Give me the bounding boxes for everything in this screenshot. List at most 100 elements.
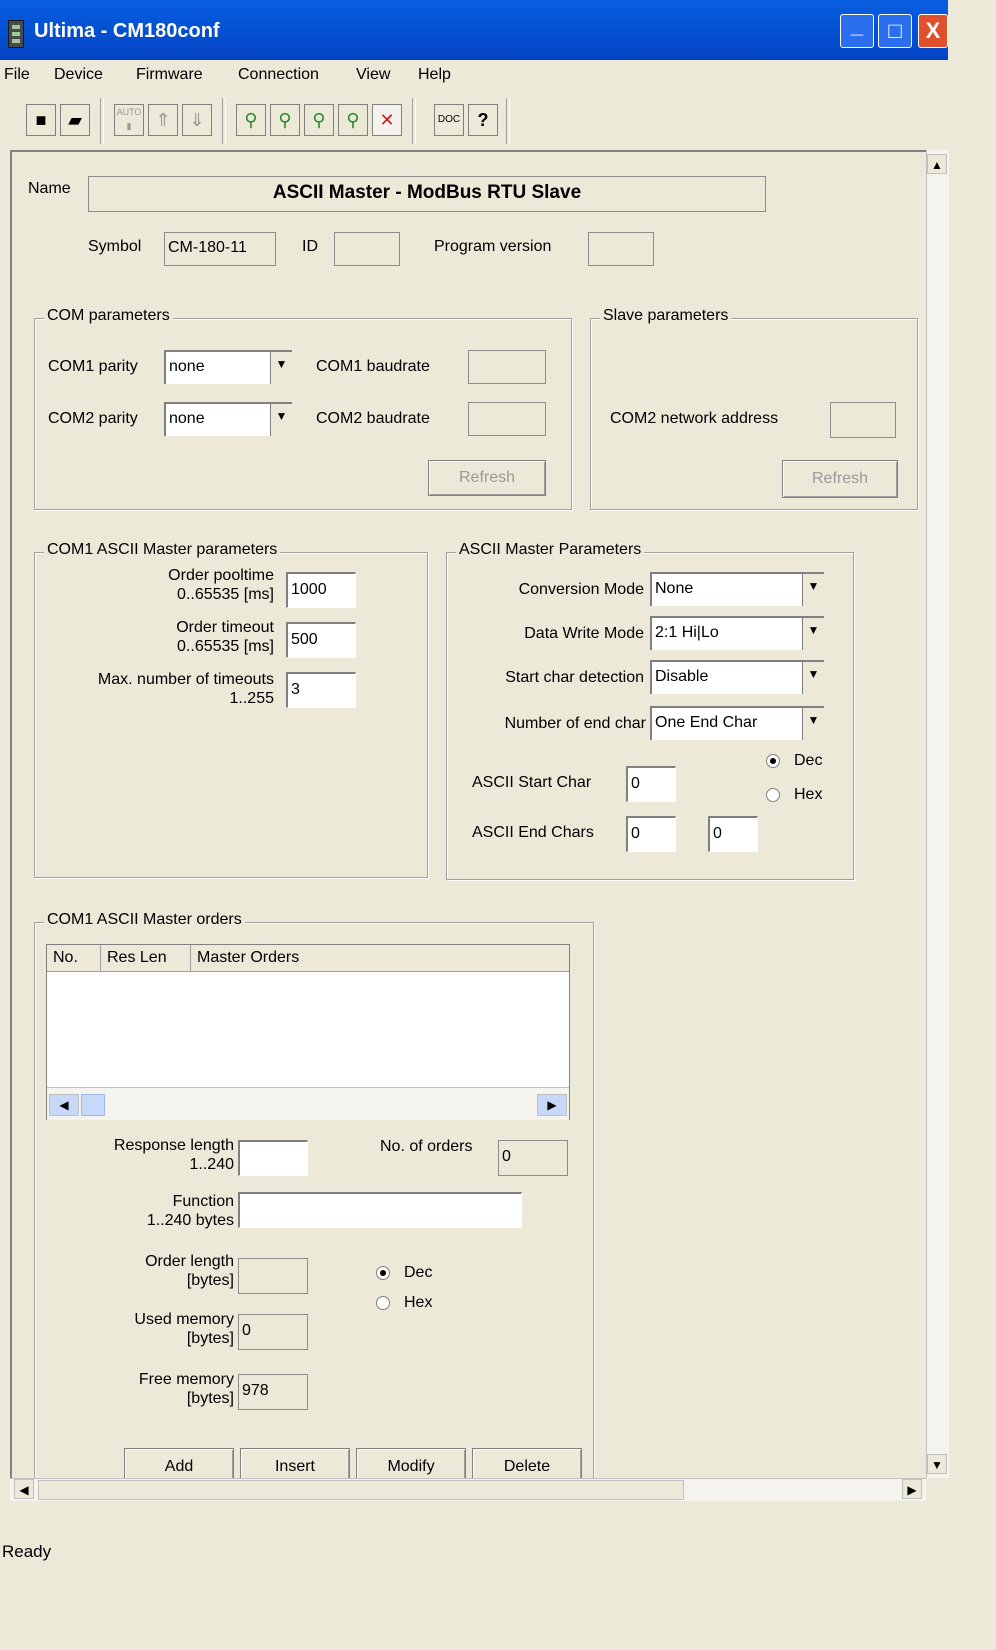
ascii-hex-radio[interactable] [766, 788, 780, 802]
help-icon: ? [477, 110, 489, 130]
used-memory-label-line: Used memory [134, 1311, 234, 1328]
disconnect-button[interactable]: ✕ [372, 104, 402, 136]
documentation-icon: DOC [437, 114, 461, 125]
table-horizontal-scrollbar[interactable]: ◀ ▶ [47, 1087, 569, 1120]
ascii-dec-label: Dec [794, 752, 823, 769]
order-pooltime-label-line: Order pooltime [168, 567, 274, 584]
order-length-label: Order length [bytes] [40, 1252, 234, 1290]
save-button[interactable]: ■ [26, 104, 56, 136]
function-input[interactable] [238, 1192, 522, 1228]
auto-upload-button[interactable]: AUTO ▮ [114, 104, 144, 136]
start-char-detection-value: Disable [655, 668, 709, 685]
close-button[interactable]: X [918, 14, 948, 48]
scroll-thumb[interactable] [38, 1480, 684, 1500]
status-bar: Ready [0, 1536, 948, 1566]
com2-baudrate-label: COM2 baudrate [316, 410, 430, 427]
no-of-orders-field: 0 [498, 1140, 568, 1176]
order-timeout-input[interactable]: 500 [286, 622, 356, 658]
scroll-right-icon[interactable]: ▶ [537, 1094, 567, 1116]
upload-button[interactable]: ⇑ [148, 104, 178, 136]
app-icon[interactable] [8, 20, 24, 48]
order-length-unit: [bytes] [186, 1272, 234, 1289]
com1-parity-select[interactable]: none ▼ [164, 350, 292, 384]
connect-2-button[interactable]: ⚲ [270, 104, 300, 136]
maximize-button[interactable]: □ [878, 14, 912, 48]
max-timeouts-input[interactable]: 3 [286, 672, 356, 708]
number-of-end-char-select[interactable]: One End Char ▼ [650, 706, 824, 740]
com2-parity-label: COM2 parity [48, 410, 138, 427]
minimize-button[interactable]: _ [840, 14, 874, 48]
table-header: No. Res Len Master Orders [47, 945, 569, 972]
chevron-down-icon[interactable]: ▼ [802, 618, 824, 650]
scroll-right-icon[interactable]: ▶ [902, 1479, 922, 1499]
horizontal-scrollbar[interactable]: ◀ ▶ [10, 1478, 926, 1501]
orders-dec-radio[interactable] [376, 1266, 390, 1280]
connect-3-button[interactable]: ⚲ [304, 104, 334, 136]
chevron-down-icon[interactable]: ▼ [802, 662, 824, 694]
data-write-mode-select[interactable]: 2:1 Hi|Lo ▼ [650, 616, 824, 650]
name-field: ASCII Master - ModBus RTU Slave [88, 176, 766, 212]
column-header-res-len[interactable]: Res Len [101, 945, 191, 971]
order-length-label-line: Order length [145, 1253, 234, 1270]
order-timeout-label-line: Order timeout [176, 619, 274, 636]
response-length-input[interactable] [238, 1140, 308, 1176]
scroll-up-icon[interactable]: ▲ [927, 154, 947, 174]
download-button[interactable]: ⇓ [182, 104, 212, 136]
chevron-down-icon[interactable]: ▼ [270, 404, 292, 436]
ascii-end-char-2-input[interactable]: 0 [708, 816, 758, 852]
scroll-left-icon[interactable]: ◀ [49, 1094, 79, 1116]
vertical-scrollbar[interactable]: ▲ ▼ [926, 150, 949, 1478]
scroll-down-icon[interactable]: ▼ [927, 1454, 947, 1474]
orders-hex-radio[interactable] [376, 1296, 390, 1310]
free-memory-label-line: Free memory [138, 1371, 234, 1388]
com-parameters-title: COM parameters [44, 307, 173, 325]
menu-help[interactable]: Help [418, 66, 451, 84]
menu-connection[interactable]: Connection [238, 66, 319, 84]
menu-view[interactable]: View [356, 66, 390, 84]
com2-parity-select[interactable]: none ▼ [164, 402, 292, 436]
documentation-button[interactable]: DOC [434, 104, 464, 136]
scroll-thumb[interactable] [81, 1094, 105, 1116]
window-title: Ultima - CM180conf [34, 20, 220, 42]
master-orders-table[interactable]: No. Res Len Master Orders ◀ ▶ [46, 944, 570, 1120]
connect-4-button[interactable]: ⚲ [338, 104, 368, 136]
scroll-thumb[interactable] [928, 180, 946, 1450]
scroll-left-icon[interactable]: ◀ [14, 1479, 34, 1499]
com2-baudrate-field [468, 402, 546, 436]
chevron-down-icon[interactable]: ▼ [270, 352, 292, 384]
menu-device[interactable]: Device [54, 66, 103, 84]
symbol-label: Symbol [88, 238, 142, 255]
com2-network-address-field [830, 402, 896, 438]
start-char-detection-select[interactable]: Disable ▼ [650, 660, 824, 694]
conversion-mode-value: None [655, 580, 694, 597]
menu-file[interactable]: File [4, 66, 30, 84]
com-refresh-button[interactable]: Refresh [428, 460, 546, 496]
column-header-no[interactable]: No. [47, 945, 101, 971]
menu-firmware[interactable]: Firmware [136, 66, 203, 84]
upload-icon: ⇑ [155, 110, 171, 130]
max-timeouts-label-line: Max. number of timeouts [97, 671, 274, 688]
disconnect-icon: ✕ [379, 110, 395, 130]
help-button[interactable]: ? [468, 104, 498, 136]
start-char-detection-label: Start char detection [505, 669, 644, 686]
ascii-dec-radio[interactable] [766, 754, 780, 768]
used-memory-unit: [bytes] [186, 1330, 234, 1347]
order-pooltime-input[interactable]: 1000 [286, 572, 356, 608]
slave-refresh-button[interactable]: Refresh [782, 460, 898, 498]
column-header-master-orders[interactable]: Master Orders [191, 945, 569, 971]
ascii-start-char-input[interactable]: 0 [626, 766, 676, 802]
ascii-end-char-1-input[interactable]: 0 [626, 816, 676, 852]
program-version-label: Program version [434, 238, 552, 255]
chevron-down-icon[interactable]: ▼ [802, 708, 824, 740]
minimize-icon: _ [850, 13, 864, 38]
open-button[interactable]: ▰ [60, 104, 90, 136]
conversion-mode-select[interactable]: None ▼ [650, 572, 824, 606]
free-memory-field: 978 [238, 1374, 308, 1410]
chevron-down-icon[interactable]: ▼ [802, 574, 824, 606]
com1-parity-label: COM1 parity [48, 358, 138, 375]
com2-network-address-label: COM2 network address [610, 410, 779, 427]
function-range: 1..240 bytes [146, 1212, 234, 1229]
open-folder-icon: ▰ [68, 110, 82, 130]
connect-1-button[interactable]: ⚲ [236, 104, 266, 136]
com1-master-parameters-title: COM1 ASCII Master parameters [44, 541, 281, 559]
